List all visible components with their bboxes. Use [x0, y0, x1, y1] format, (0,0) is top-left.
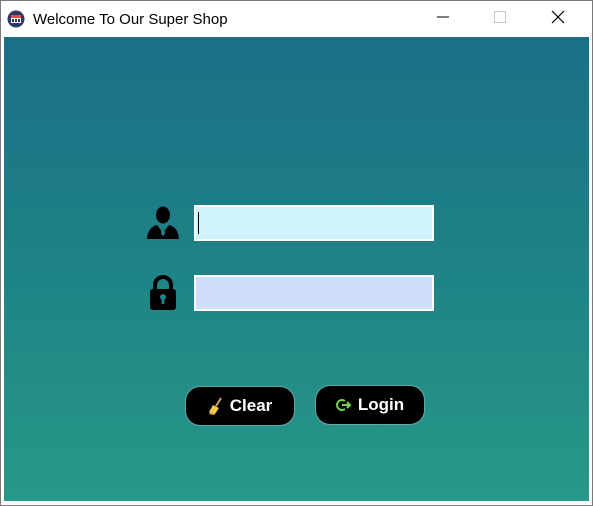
shop-icon: [7, 10, 25, 28]
minimize-button[interactable]: [420, 1, 466, 37]
maximize-icon: [494, 10, 506, 28]
clear-button-label: Clear: [229, 396, 273, 415]
username-input[interactable]: [194, 205, 434, 241]
text-caret: [198, 212, 199, 234]
maximize-button: [477, 1, 523, 37]
user-icon: [143, 203, 183, 243]
window-title: Welcome To Our Super Shop: [33, 11, 228, 28]
lock-icon: [143, 273, 183, 313]
close-button[interactable]: [535, 1, 581, 37]
login-panel: Clear Login: [4, 37, 589, 501]
login-button[interactable]: Login: [315, 385, 425, 425]
login-icon: [335, 398, 352, 412]
title-bar[interactable]: Welcome To Our Super Shop: [1, 1, 592, 37]
app-window: Welcome To Our Super Shop Clear Login: [0, 0, 593, 506]
close-icon: [551, 10, 565, 29]
minimize-icon: [437, 10, 449, 28]
password-input[interactable]: [194, 275, 434, 311]
clear-button[interactable]: Clear: [185, 386, 295, 426]
broom-icon: [208, 397, 224, 415]
login-button-label: Login: [357, 395, 405, 414]
